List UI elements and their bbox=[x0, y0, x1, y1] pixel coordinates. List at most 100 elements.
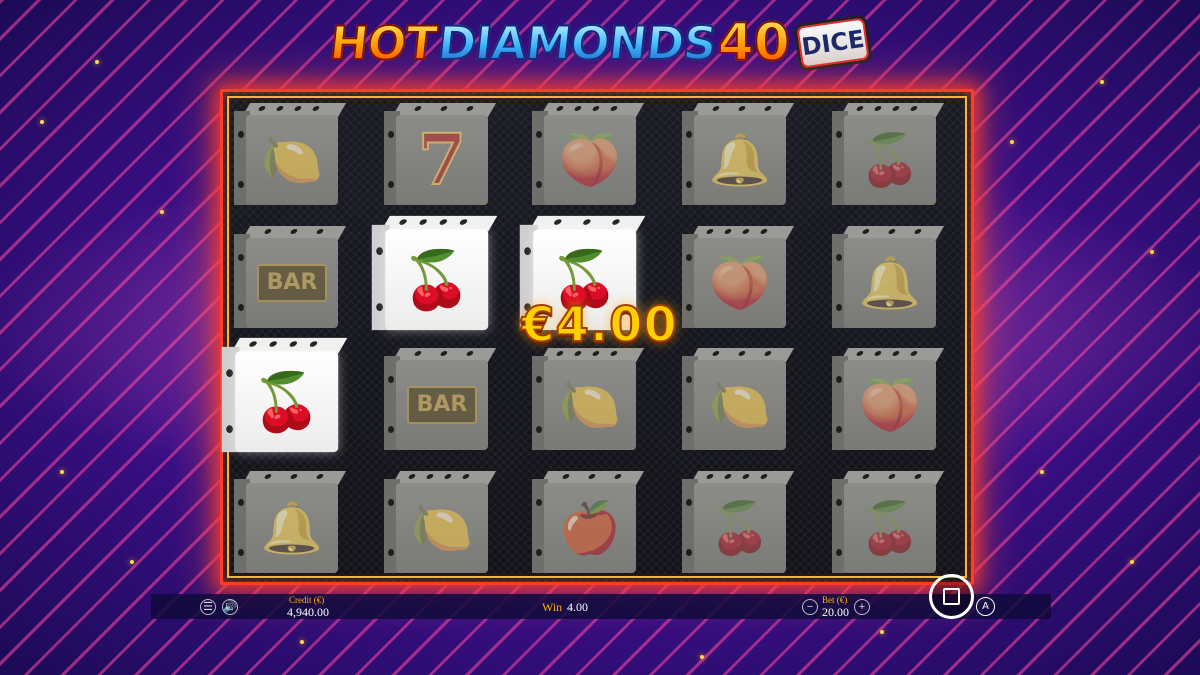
speaker-icon[interactable]: 🔊 bbox=[222, 599, 238, 615]
lemon-icon: 🍋 bbox=[708, 377, 772, 433]
pip bbox=[909, 351, 919, 356]
pip bbox=[238, 131, 244, 138]
pip bbox=[439, 351, 449, 356]
lemon-icon: 🍋 bbox=[410, 500, 474, 556]
sparkle bbox=[300, 640, 304, 644]
pip bbox=[836, 131, 842, 138]
pip bbox=[376, 303, 383, 312]
pip bbox=[855, 351, 865, 356]
pip bbox=[524, 247, 531, 256]
pip bbox=[891, 351, 901, 356]
pip bbox=[388, 499, 394, 506]
game-logo: HOT DIAMONDS 40 DICE bbox=[326, 8, 873, 78]
pip bbox=[268, 341, 279, 347]
autoplay-button[interactable]: A bbox=[976, 597, 995, 616]
pip bbox=[536, 181, 542, 188]
pip bbox=[315, 229, 325, 234]
die-front-face: 🔔 bbox=[246, 483, 338, 573]
pip bbox=[536, 376, 542, 383]
die-front-face: 🔔 bbox=[694, 115, 786, 205]
win-label: Win bbox=[542, 600, 563, 614]
pip bbox=[737, 106, 747, 111]
menu-icon[interactable]: ☰ bbox=[200, 599, 216, 615]
sparkle bbox=[700, 655, 704, 659]
die-bar: BAR bbox=[234, 226, 347, 328]
pip bbox=[398, 219, 408, 225]
pip bbox=[836, 376, 842, 383]
die-front-face: 🍑 bbox=[694, 238, 786, 328]
pip bbox=[855, 106, 865, 111]
pip bbox=[609, 106, 619, 111]
pip bbox=[873, 106, 883, 111]
pip bbox=[275, 106, 285, 111]
die-front-face: 7 bbox=[396, 115, 488, 205]
pip bbox=[376, 247, 383, 256]
pip bbox=[836, 549, 842, 556]
pip bbox=[388, 376, 394, 383]
logo-number-text: 40 bbox=[717, 12, 791, 74]
pip bbox=[238, 499, 244, 506]
pip bbox=[861, 229, 871, 234]
pip bbox=[861, 474, 871, 479]
pip bbox=[763, 106, 773, 111]
plum-icon: 🍑 bbox=[708, 255, 772, 311]
sparkle bbox=[95, 60, 99, 64]
bar-icon: BAR bbox=[256, 264, 328, 302]
plum-icon: 🍑 bbox=[858, 377, 922, 433]
pip bbox=[536, 549, 542, 556]
bet-value: 20.00 bbox=[822, 605, 849, 619]
bet-decrease-button[interactable]: − bbox=[802, 599, 818, 615]
pip bbox=[913, 474, 923, 479]
pip bbox=[388, 549, 394, 556]
die-front-face: 🍒 bbox=[844, 483, 936, 573]
pip bbox=[263, 229, 273, 234]
bell-icon: 🔔 bbox=[708, 132, 772, 188]
die-bell: 🔔 bbox=[832, 226, 945, 328]
die-bell: 🔔 bbox=[682, 103, 795, 205]
pip bbox=[873, 351, 883, 356]
pip bbox=[610, 219, 621, 225]
bet-increase-button[interactable]: + bbox=[854, 599, 870, 615]
credit-value: 4,940.00 bbox=[287, 605, 329, 619]
die-lemon: 🍋 bbox=[234, 103, 347, 205]
cherry-icon: 🍒 bbox=[858, 500, 922, 556]
die-apple: 🍎 bbox=[532, 471, 645, 573]
pip bbox=[836, 499, 842, 506]
die-front-face: 🍋 bbox=[544, 360, 636, 450]
pip bbox=[686, 254, 692, 261]
pip bbox=[388, 426, 394, 433]
pip bbox=[536, 426, 542, 433]
pip bbox=[836, 426, 842, 433]
pip bbox=[723, 229, 733, 234]
pip bbox=[581, 219, 592, 225]
sparkle bbox=[130, 560, 134, 564]
pip bbox=[238, 304, 244, 311]
die-bell: 🔔 bbox=[234, 471, 347, 573]
die-cherry: 🍒 bbox=[832, 103, 945, 205]
pip bbox=[238, 254, 244, 261]
pip bbox=[552, 219, 563, 225]
pip bbox=[686, 549, 692, 556]
pip bbox=[913, 229, 923, 234]
pip bbox=[388, 181, 394, 188]
spin-button[interactable] bbox=[929, 574, 974, 619]
logo-diamonds-text: DIAMONDS bbox=[434, 15, 719, 71]
pip bbox=[737, 351, 747, 356]
sparkle bbox=[40, 120, 44, 124]
plum-icon: 🍑 bbox=[558, 132, 622, 188]
bottom-control-bar: ☰ 🔊 Credit (€) 4,940.00 Win 4.00 − Bet (… bbox=[151, 594, 1051, 619]
pip bbox=[909, 106, 919, 111]
pip bbox=[763, 351, 773, 356]
die-front-face: 🍒 bbox=[694, 483, 786, 573]
pip bbox=[418, 219, 429, 225]
pip bbox=[759, 229, 769, 234]
die-front-face: 🍑 bbox=[844, 360, 936, 450]
pip bbox=[308, 341, 319, 347]
pip bbox=[413, 106, 423, 111]
die-front-face: 🍋 bbox=[396, 483, 488, 573]
apple-icon: 🍎 bbox=[558, 500, 622, 556]
sparkle bbox=[1010, 140, 1014, 144]
die-front-face: 🍋 bbox=[694, 360, 786, 450]
pip bbox=[741, 229, 751, 234]
pip bbox=[443, 474, 453, 479]
